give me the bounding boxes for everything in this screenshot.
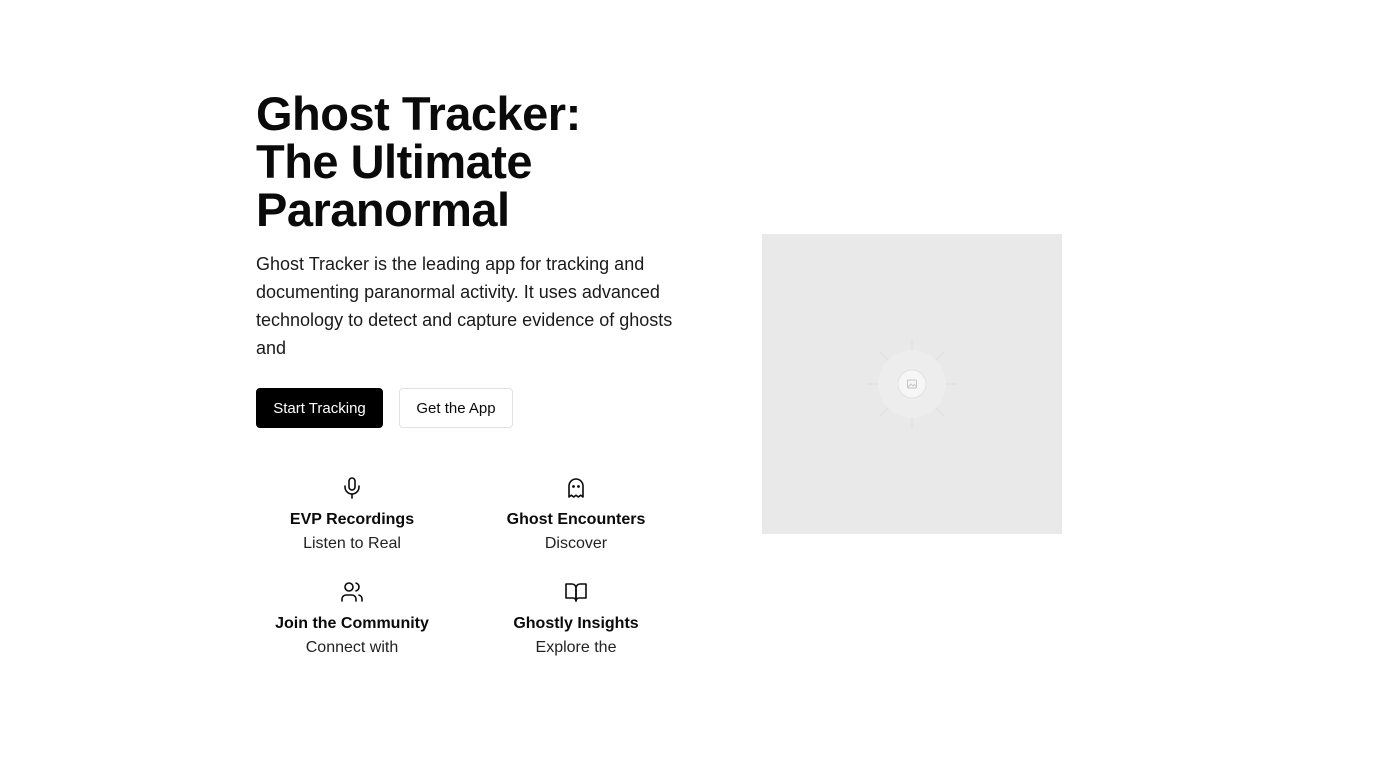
- hero-section: Ghost Tracker: The Ultimate Paranormal G…: [256, 90, 696, 428]
- cta-buttons: Start Tracking Get the App: [256, 388, 696, 428]
- feature-ghostly-insights: Ghostly Insights Explore the: [464, 580, 688, 660]
- start-tracking-button[interactable]: Start Tracking: [256, 388, 383, 428]
- page-title: Ghost Tracker: The Ultimate Paranormal: [256, 90, 696, 234]
- ghost-icon: [564, 476, 588, 500]
- feature-ghost-encounters: Ghost Encounters Discover: [464, 476, 688, 556]
- feature-description: Explore the: [535, 639, 617, 656]
- feature-evp-recordings: EVP Recordings Listen to Real: [240, 476, 464, 556]
- feature-title: Join the Community: [275, 615, 429, 632]
- users-icon: [340, 580, 364, 604]
- feature-description: Listen to Real: [303, 535, 401, 552]
- feature-title: EVP Recordings: [289, 511, 415, 528]
- title-line: Paranormal: [256, 183, 510, 236]
- features-grid: EVP Recordings Listen to Real Ghost Enco…: [240, 476, 688, 660]
- hero-image-placeholder: [762, 234, 1062, 534]
- image-placeholder-icon: [867, 339, 957, 429]
- feature-description: Discover: [544, 535, 608, 552]
- title-line: The Ultimate: [256, 135, 533, 188]
- microphone-icon: [340, 476, 364, 500]
- feature-title: Ghost Encounters: [506, 511, 646, 528]
- feature-title: Ghostly Insights: [513, 615, 639, 632]
- hero-description: Ghost Tracker is the leading app for tra…: [256, 254, 673, 358]
- title-line: Ghost Tracker:: [256, 87, 581, 140]
- feature-join-community: Join the Community Connect with: [240, 580, 464, 660]
- get-the-app-button[interactable]: Get the App: [399, 388, 513, 428]
- feature-description: Connect with: [305, 639, 399, 656]
- book-open-icon: [564, 580, 588, 604]
